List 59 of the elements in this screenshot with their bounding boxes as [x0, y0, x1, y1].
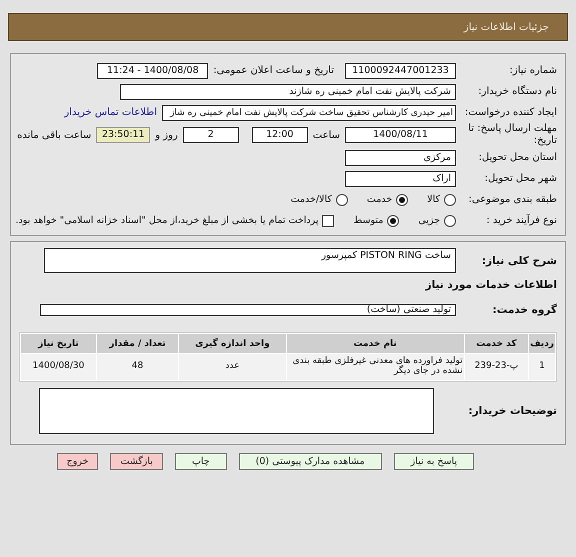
action-button[interactable]: چاپ	[174, 453, 227, 470]
column-header: واحد اندازه گیری	[179, 334, 286, 353]
field-label: مهلت ارسال پاسخ: تا تاریخ:	[467, 123, 557, 147]
column-header: کد خدمت	[464, 334, 528, 353]
deadline-date-field: 1400/08/11	[345, 127, 456, 143]
table-cell: 48	[96, 354, 178, 380]
option-label: جزیی	[418, 215, 440, 226]
radio-button[interactable]	[336, 194, 348, 206]
option-label: پرداخت تمام یا بخشی از مبلغ خرید،از محل "اسناد خزانه اسلامی" خواهد بود.	[16, 215, 318, 226]
action-button[interactable]: خروج	[56, 453, 98, 470]
section-heading: اطلاعات خدمات مورد نیاز	[424, 279, 557, 291]
field-label: توضیحات خریدار:	[467, 405, 557, 417]
creator-field: امیر حیدری کارشناس تحقیق ساخت شرکت پالایش نفت امام خمینی ره شاز	[162, 104, 456, 120]
action-button[interactable]: مشاهده مدارک پیوستی (0)	[238, 453, 382, 470]
field-label: ایجاد کننده درخواست:	[464, 107, 557, 118]
deadline-time-field: 12:00	[252, 127, 308, 143]
table-cell: 1	[529, 354, 555, 380]
description-field: ساخت PISTON RING کمپرسور	[44, 248, 456, 273]
column-header: ردیف	[529, 334, 555, 353]
checkbox[interactable]	[322, 214, 334, 226]
days-field: 2	[182, 127, 239, 143]
field-label: طبقه بندی موضوعی:	[468, 194, 557, 205]
field-label: استان محل تحویل:	[478, 152, 557, 163]
field-label: روز و	[155, 130, 178, 140]
table-cell: عدد	[179, 354, 286, 380]
announce-date-field: 1400/08/08 - 11:24	[97, 62, 208, 78]
field-label: نام دستگاه خریدار:	[477, 86, 557, 97]
buyer-contact-link[interactable]: اطلاعات تماس خریدار	[64, 107, 157, 118]
buyer-field: شرکت پالایش نفت امام خمینی ره شازند	[120, 84, 456, 100]
column-header: نام خدمت	[286, 334, 464, 353]
action-button[interactable]: بازگشت	[110, 453, 163, 470]
field-label: ساعت	[312, 130, 340, 140]
field-label: ساعت باقی مانده	[17, 130, 92, 140]
action-button[interactable]: پاسخ به نیاز	[394, 453, 474, 470]
remaining-time-field: 23:50:11	[96, 127, 150, 143]
radio-button[interactable]	[396, 194, 408, 206]
radio-button[interactable]	[387, 214, 400, 226]
field-label: شرح کلی نیاز:	[480, 254, 557, 266]
service-group-field: تولید صنعتی (ساخت)	[40, 304, 456, 316]
option-label: متوسط	[353, 215, 384, 226]
column-header: تاریخ نیاز	[21, 334, 96, 353]
province-field: مرکزی	[345, 150, 456, 166]
header-title: جزئیات اطلاعات نیاز	[464, 22, 549, 32]
table-cell: پ-23-239	[464, 354, 528, 380]
option-label: خدمت	[366, 194, 392, 205]
table-cell: 1400/08/30	[21, 354, 96, 380]
city-field: اراک	[345, 170, 456, 186]
field-label: شماره نیاز:	[508, 65, 557, 76]
table-cell: تولید فراورده های معدنی غیرفلزی طبقه بندی نشده در جای دیگر	[286, 354, 464, 380]
need-number-field: 1100092447001233	[345, 62, 456, 78]
column-header: تعداد / مقدار	[96, 334, 178, 353]
field-label: تاریخ و ساعت اعلان عمومی:	[213, 65, 334, 76]
option-label: کالا/خدمت	[290, 194, 332, 205]
field-label: نوع فرآیند خرید :	[485, 215, 557, 226]
option-label: کالا	[427, 194, 440, 205]
radio-button[interactable]	[444, 194, 456, 206]
field-label: شهر محل تحویل:	[484, 173, 557, 184]
radio-button[interactable]	[444, 214, 456, 226]
field-label: گروه خدمت:	[492, 304, 557, 316]
